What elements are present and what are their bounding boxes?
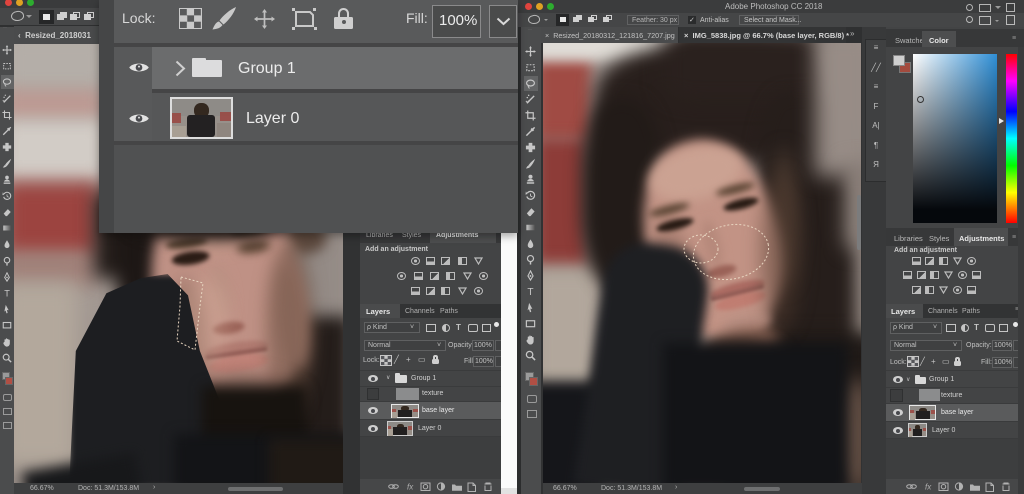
svg-text:T: T <box>4 288 10 298</box>
svg-text:fx: fx <box>407 483 414 492</box>
svg-text:T: T <box>527 287 533 297</box>
svg-text:fx: fx <box>925 483 932 492</box>
